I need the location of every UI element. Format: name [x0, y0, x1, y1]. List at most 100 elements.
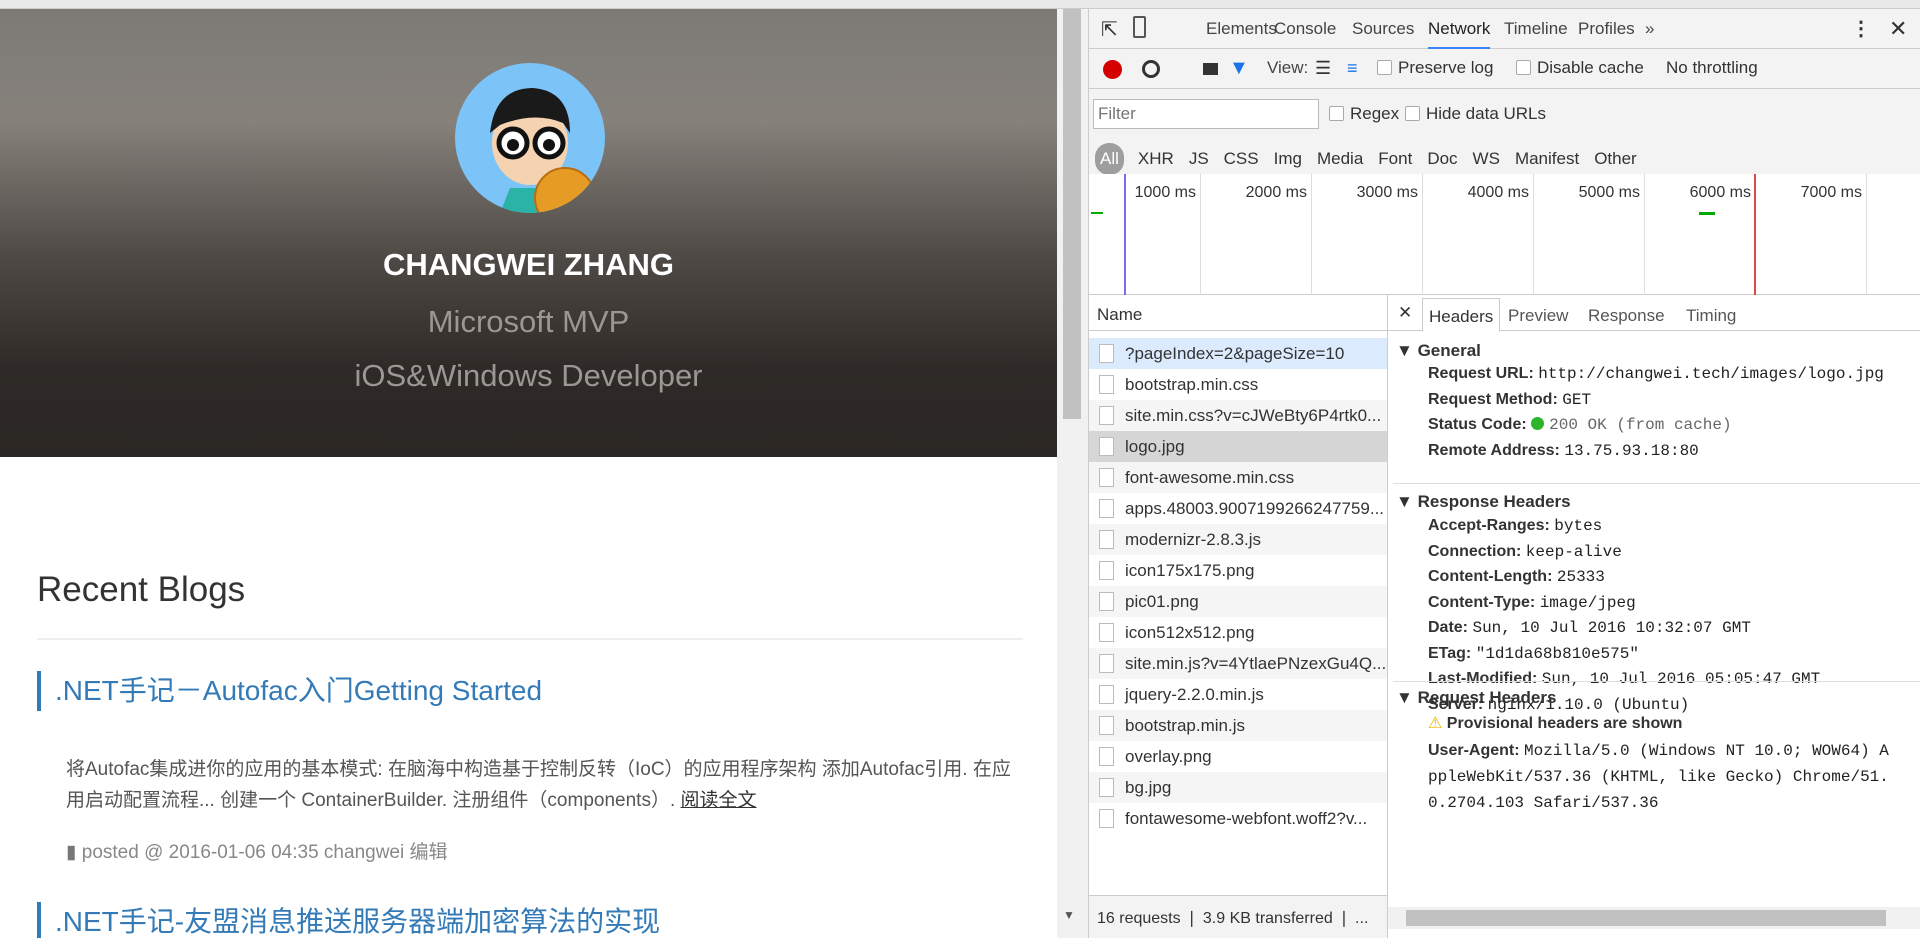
scroll-down-arrow-icon[interactable]: ▼ [1063, 908, 1075, 922]
timeline-gridline [1311, 174, 1312, 295]
request-row[interactable]: site.min.css?v=cJWeBty6P4rtk0... [1089, 400, 1387, 431]
record-icon[interactable] [1103, 60, 1122, 79]
filter-input[interactable] [1093, 99, 1319, 129]
header-value: 0.2704.103 Safari/537.36 [1428, 794, 1659, 812]
header-value: image/jpeg [1539, 593, 1636, 612]
close-icon[interactable]: ✕ [1889, 16, 1907, 42]
request-row[interactable]: bootstrap.min.css [1089, 369, 1387, 400]
hide-data-urls-checkbox[interactable]: Hide data URLs [1405, 104, 1546, 124]
hscroll-thumb[interactable] [1406, 910, 1886, 926]
general-section-toggle[interactable]: ▼ General [1396, 341, 1481, 361]
header-row: ETag: "1d1da68b810e575" [1428, 645, 1639, 663]
clear-icon[interactable] [1142, 60, 1160, 78]
tab-sources[interactable]: Sources [1352, 19, 1414, 39]
header-value: "1d1da68b810e575" [1475, 644, 1639, 663]
post-title-link[interactable]: .NET手记-友盟消息推送服务器端加密算法的实现 [37, 902, 660, 938]
waterfall-view-icon[interactable]: ≡ [1347, 58, 1358, 79]
detail-tab-preview[interactable]: Preview [1508, 306, 1568, 326]
request-row[interactable]: apps.48003.9007199266247759... [1089, 493, 1387, 524]
header-row: Remote Address: 13.75.93.18:80 [1428, 442, 1699, 460]
request-name: icon175x175.png [1125, 561, 1255, 580]
header-row: Request URL: http://changwei.tech/images… [1428, 365, 1884, 383]
response-headers-title: Response Headers [1417, 492, 1571, 511]
type-filter-xhr[interactable]: XHR [1138, 149, 1174, 169]
type-filter-all[interactable]: All [1095, 143, 1124, 175]
type-filter-ws[interactable]: WS [1473, 149, 1500, 169]
request-row[interactable]: icon512x512.png [1089, 617, 1387, 648]
type-filter-font[interactable]: Font [1378, 149, 1412, 169]
file-icon [1099, 778, 1114, 797]
request-row[interactable]: bootstrap.min.js [1089, 710, 1387, 741]
close-details-icon[interactable]: ✕ [1398, 303, 1412, 323]
transferred-size: 3.9 KB transferred [1202, 910, 1333, 927]
header-row: Accept-Ranges: bytes [1428, 517, 1602, 535]
disable-cache-checkbox[interactable]: Disable cache [1516, 58, 1644, 78]
device-toolbar-icon[interactable] [1133, 16, 1146, 38]
file-icon [1099, 592, 1114, 611]
filter-icon[interactable]: ▼ [1229, 57, 1249, 80]
tab-profiles[interactable]: Profiles [1578, 19, 1635, 39]
page-scrollbar-thumb[interactable] [1063, 9, 1081, 419]
request-row[interactable]: overlay.png [1089, 741, 1387, 772]
header-value: keep-alive [1525, 542, 1622, 561]
more-options-icon[interactable]: ⋮ [1851, 16, 1871, 41]
more-tabs-icon[interactable]: » [1645, 19, 1654, 39]
list-view-icon[interactable]: ☰ [1315, 58, 1331, 79]
type-filter-other[interactable]: Other [1594, 149, 1637, 169]
request-row[interactable]: jquery-2.2.0.min.js [1089, 679, 1387, 710]
resource-type-filters: All XHR JS CSS Img Media Font Doc WS Manifest Othe… [1095, 143, 1652, 175]
request-row[interactable]: bg.jpg [1089, 772, 1387, 803]
file-icon [1099, 747, 1114, 766]
read-more-link[interactable]: 阅读全文 [681, 790, 757, 811]
file-icon [1099, 468, 1114, 487]
avatar [455, 63, 605, 213]
type-filter-doc[interactable]: Doc [1427, 149, 1457, 169]
file-icon [1099, 437, 1114, 456]
edit-link[interactable]: 编辑 [410, 842, 448, 863]
detail-tab-timing[interactable]: Timing [1686, 306, 1736, 326]
throttling-select[interactable]: No throttling [1666, 58, 1758, 78]
regex-checkbox[interactable]: Regex [1329, 104, 1399, 124]
request-headers-toggle[interactable]: ▼ Request Headers [1396, 688, 1556, 708]
request-name: bg.jpg [1125, 778, 1172, 797]
request-row[interactable]: font-awesome.min.css [1089, 462, 1387, 493]
request-row[interactable]: pic01.png [1089, 586, 1387, 617]
timeline-tick-label: 8 [1909, 184, 1920, 202]
timeline-overview[interactable]: 1000 ms 2000 ms 3000 ms 4000 ms 5000 ms 6000 … [1089, 174, 1920, 295]
type-filter-media[interactable]: Media [1317, 149, 1363, 169]
preserve-log-checkbox[interactable]: Preserve log [1377, 58, 1493, 78]
tab-network[interactable]: Network [1428, 19, 1491, 49]
name-column-header[interactable]: Name [1089, 295, 1387, 331]
inspect-element-icon[interactable]: ⇱ [1101, 17, 1118, 42]
detail-tab-headers[interactable]: Headers [1422, 298, 1501, 332]
request-row[interactable]: fontawesome-webfont.woff2?v... [1089, 803, 1387, 834]
post-meta-text: posted @ 2016-01-06 04:35 changwei [81, 842, 405, 863]
request-row[interactable]: icon175x175.png [1089, 555, 1387, 586]
network-toolbar: ▼ View: ☰ ≡ Preserve log Disable cache N… [1089, 49, 1920, 89]
request-row[interactable]: ?pageIndex=2&pageSize=10 [1089, 338, 1387, 369]
tab-console[interactable]: Console [1274, 19, 1336, 39]
status-bar: 16 requests ❘ 3.9 KB transferred ❘ ... [1089, 895, 1387, 938]
type-filter-manifest[interactable]: Manifest [1515, 149, 1579, 169]
response-headers-toggle[interactable]: ▼ Response Headers [1396, 492, 1571, 512]
tab-timeline[interactable]: Timeline [1504, 19, 1568, 39]
file-icon [1099, 406, 1114, 425]
file-icon [1099, 654, 1114, 673]
request-details: ✕ Headers Preview Response Timing ▼ Gene… [1388, 295, 1920, 938]
timeline-tick-label: 4000 ms [1467, 184, 1529, 201]
request-row[interactable]: logo.jpg [1089, 431, 1387, 462]
type-filter-img[interactable]: Img [1274, 149, 1302, 169]
request-headers-title: Request Headers [1417, 688, 1557, 707]
header-key: ETag: [1428, 644, 1472, 662]
type-filter-js[interactable]: JS [1189, 149, 1209, 169]
request-row[interactable]: site.min.js?v=4YtlaePNzexGu4Q... [1089, 648, 1387, 679]
header-value: 25333 [1556, 568, 1605, 586]
details-hscrollbar[interactable] [1388, 907, 1920, 929]
request-row[interactable]: modernizr-2.8.3.js [1089, 524, 1387, 555]
type-filter-css[interactable]: CSS [1224, 149, 1259, 169]
screenshot-camera-icon[interactable] [1203, 63, 1218, 75]
post-title-link[interactable]: .NET手记－Autofac入门Getting Started [37, 671, 542, 711]
detail-tab-response[interactable]: Response [1588, 306, 1665, 326]
header-value: http://changwei.tech/images/logo.jpg [1538, 365, 1884, 383]
tab-elements[interactable]: Elements [1206, 19, 1277, 39]
